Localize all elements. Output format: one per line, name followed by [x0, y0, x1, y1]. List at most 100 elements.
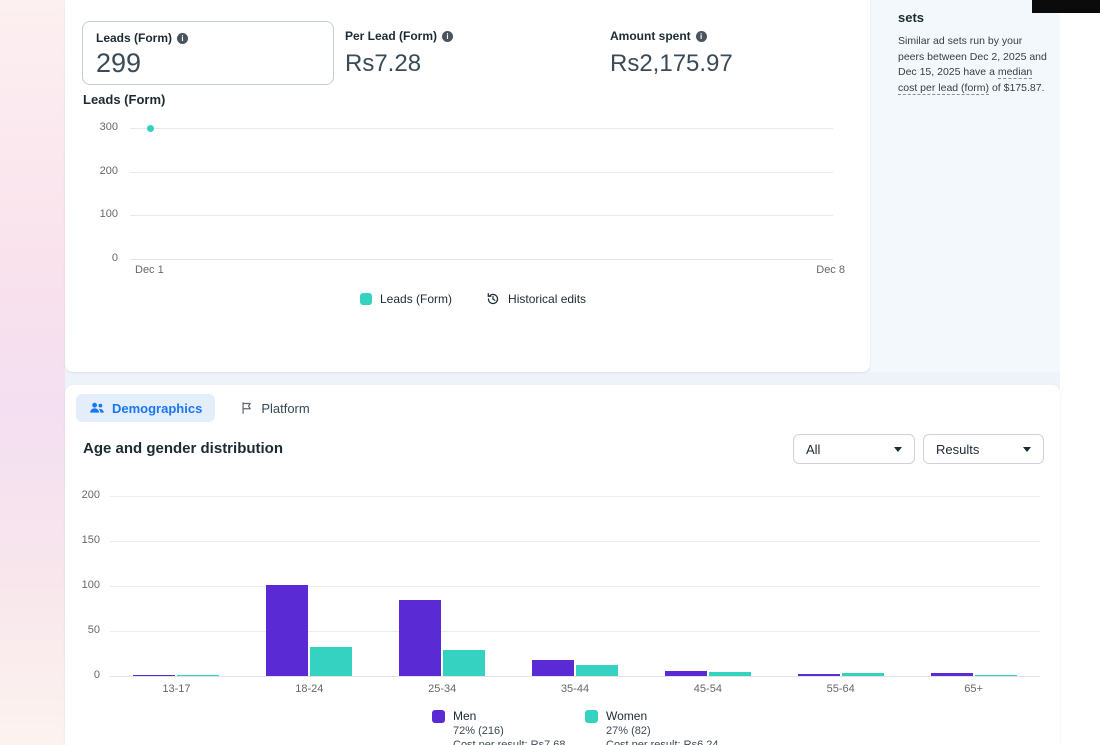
- leads-data-point[interactable]: [147, 124, 154, 132]
- info-icon[interactable]: [442, 30, 454, 42]
- chevron-down-icon: [894, 446, 902, 452]
- gridline: [130, 215, 833, 216]
- gender-filter-dropdown[interactable]: All: [793, 434, 915, 464]
- bar-group[interactable]: [641, 496, 774, 676]
- section-title: Age and gender distribution: [83, 440, 284, 457]
- bar-men[interactable]: [266, 585, 309, 676]
- metric-card-amount-spent[interactable]: Amount spent Rs2,175.97: [610, 29, 733, 78]
- recommendation-line: Dec 15, 2025 have a median: [898, 65, 1056, 81]
- info-icon[interactable]: [177, 32, 189, 44]
- tab-label: Demographics: [112, 400, 203, 416]
- bar-men[interactable]: [133, 675, 176, 676]
- metric-card-leads[interactable]: Leads (Form) 299: [82, 21, 334, 85]
- metric-label-text: Amount spent: [610, 29, 691, 43]
- category-label: 35-44: [560, 683, 590, 695]
- y-tick-label: 200: [99, 165, 118, 177]
- y-tick-label: 100: [99, 208, 118, 220]
- median-cost-link[interactable]: median: [997, 66, 1033, 80]
- bar-men[interactable]: [399, 599, 442, 676]
- y-tick-label: 0: [111, 252, 118, 264]
- gridline: [130, 128, 833, 129]
- bar-women[interactable]: [576, 665, 618, 676]
- legend-row: Women: [585, 710, 719, 723]
- y-tick-label: 100: [81, 579, 100, 591]
- gridline: [130, 172, 833, 173]
- info-icon[interactable]: [695, 30, 707, 42]
- people-icon: [89, 400, 105, 416]
- legend-share: 27% (82): [606, 725, 651, 737]
- bar-women[interactable]: [177, 675, 220, 676]
- median-cost-link[interactable]: cost per lead (form): [898, 82, 990, 96]
- x-tick-label: Dec 1: [135, 264, 164, 276]
- metric-value: Rs2,175.97: [610, 50, 733, 77]
- legend-label: Historical edits: [508, 292, 587, 306]
- legend-label: Men: [453, 709, 477, 723]
- dropdown-value: Results: [936, 441, 980, 457]
- gridline: [130, 259, 833, 260]
- bar-women[interactable]: [708, 672, 751, 676]
- category-label: 25-34: [428, 683, 457, 695]
- tab-label: Platform: [261, 400, 310, 416]
- y-tick-label: 0: [93, 669, 100, 681]
- y-tick-label: 150: [81, 534, 100, 546]
- bar-women[interactable]: [841, 673, 884, 676]
- bar-men[interactable]: [532, 659, 574, 676]
- metric-label: Leads (Form): [96, 31, 320, 45]
- recommendation-body: Similar ad sets run by your peers betwee…: [898, 34, 1056, 97]
- recommendation-heading: sets: [898, 10, 925, 25]
- bar-men[interactable]: [930, 673, 973, 676]
- legend-cost: Cost per result: Rs7.68: [453, 739, 566, 745]
- legend-row: Men: [432, 710, 566, 723]
- bar-group[interactable]: [243, 496, 376, 676]
- category-label: 55-64: [826, 683, 855, 695]
- y-tick-label: 300: [99, 121, 118, 133]
- recommendation-panel: sets Similar ad sets run by your peers b…: [898, 10, 1056, 97]
- bar-group[interactable]: [774, 496, 907, 676]
- legend-cost: Cost per result: Rs6.24: [606, 739, 719, 745]
- metric-value: 299: [96, 48, 142, 78]
- bar-group[interactable]: [907, 496, 1040, 676]
- tab-platform[interactable]: Platform: [227, 395, 322, 422]
- bar-group[interactable]: [110, 496, 243, 676]
- legend-share: 72% (216): [453, 725, 504, 737]
- legend-men[interactable]: Men 72% (216) Cost per result: Rs7.68: [432, 710, 566, 745]
- x-tick-label: Dec 8: [816, 264, 845, 276]
- metric-card-cost-per-lead[interactable]: Per Lead (Form) Rs7.28: [345, 29, 454, 78]
- y-tick-label: 50: [87, 624, 100, 636]
- legend-label: Women: [606, 709, 648, 723]
- x-axis-category-labels: 13-17 18-24 25-34 35-44 45-54 55-64 65+: [110, 683, 1040, 695]
- decorative-gradient: [0, 0, 65, 745]
- dropdown-value: All: [806, 441, 821, 457]
- metric-value: Rs7.28: [345, 50, 422, 77]
- bar-group[interactable]: [509, 496, 642, 676]
- metric-label-text: Per Lead (Form): [345, 29, 438, 43]
- legend-swatch: [360, 293, 372, 305]
- line-chart-legend: Leads (Form) Historical edits: [360, 292, 586, 306]
- legend-women[interactable]: Women 27% (82) Cost per result: Rs6.24: [585, 710, 719, 745]
- bar-men[interactable]: [797, 674, 840, 676]
- bar-women[interactable]: [310, 647, 353, 676]
- age-gender-bar-chart: [110, 496, 1040, 676]
- line-chart-title: Leads (Form): [83, 92, 166, 107]
- tab-demographics[interactable]: Demographics: [76, 394, 216, 422]
- performance-card: Leads (Form) 299 Per Lead (Form) Rs7.28 …: [65, 0, 870, 372]
- metric-label: Amount spent: [610, 29, 733, 43]
- bar-group[interactable]: [376, 496, 509, 676]
- metric-label-text: Leads (Form): [96, 31, 173, 45]
- category-label: 13-17: [162, 683, 191, 695]
- demographics-card: Demographics Platform Age and gender dis…: [65, 385, 1060, 745]
- metric-label: Per Lead (Form): [345, 29, 454, 43]
- bar-women[interactable]: [974, 675, 1017, 676]
- legend-swatch: [585, 710, 598, 723]
- bar-women[interactable]: [443, 649, 486, 676]
- legend-item-leads[interactable]: Leads (Form): [360, 292, 452, 306]
- legend-label: Leads (Form): [380, 292, 453, 306]
- chevron-down-icon: [1023, 446, 1031, 452]
- platform-icon: [240, 401, 254, 415]
- legend-item-historical-edits[interactable]: Historical edits: [486, 292, 586, 306]
- metric-filter-dropdown[interactable]: Results: [923, 434, 1044, 464]
- legend-swatch: [432, 710, 445, 723]
- bar-men[interactable]: [664, 670, 707, 676]
- ads-manager-screen: Leads (Form) 299 Per Lead (Form) Rs7.28 …: [0, 0, 1100, 745]
- category-label: 65+: [964, 683, 983, 695]
